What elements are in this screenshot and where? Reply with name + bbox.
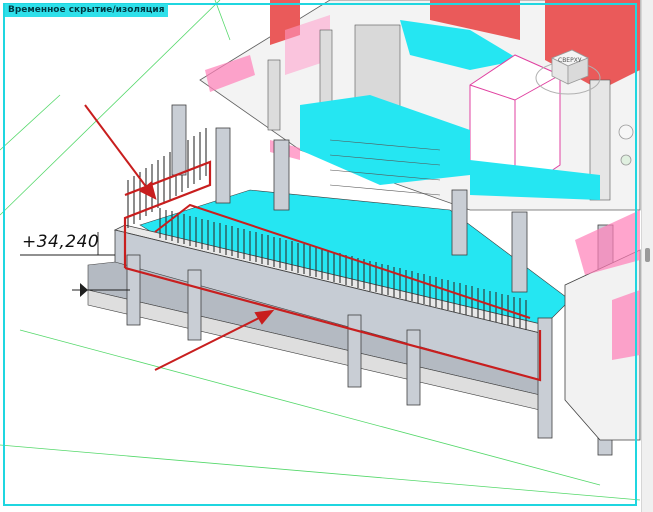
scrollbar-thumb[interactable]: [645, 248, 650, 262]
vertical-scrollbar[interactable]: [641, 0, 653, 512]
elevation-label: +34,240: [22, 232, 100, 252]
3d-viewport[interactable]: +34,240 СВЕРХУ Временное скрытие/изоляци…: [0, 0, 653, 512]
view-cube-face-label[interactable]: СВЕРХУ: [558, 57, 581, 64]
right-structure: [564, 210, 641, 441]
upper-building: [199, 0, 641, 211]
temporary-isolation-label: Временное скрытие/изоляция: [5, 4, 168, 17]
model-scene[interactable]: [0, 0, 653, 512]
